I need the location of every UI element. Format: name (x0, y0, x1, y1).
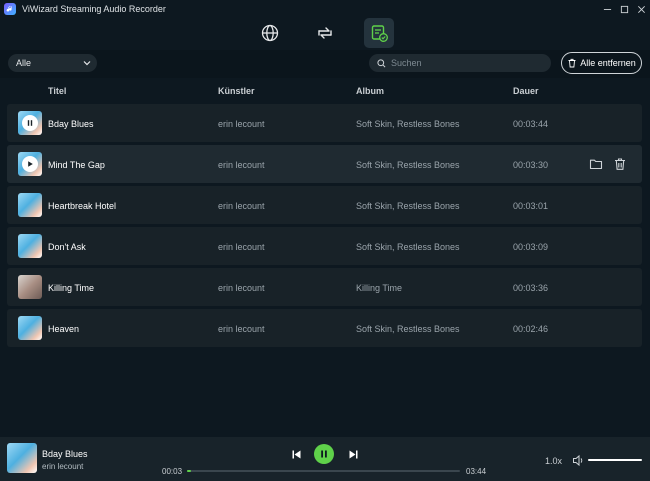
track-title: Killing Time (48, 283, 95, 293)
nav-web-player[interactable] (255, 18, 285, 48)
now-playing-title: Bday Blues (42, 449, 88, 459)
table-row[interactable]: Heartbreak Hotel erin lecount Soft Skin,… (7, 186, 642, 224)
delete-track-button[interactable] (612, 156, 628, 172)
search-input[interactable] (391, 58, 541, 68)
album-cover (18, 111, 42, 135)
progress-bar[interactable] (187, 470, 460, 472)
track-artist: erin lecount (218, 160, 265, 170)
remove-all-label: Alle entfernen (580, 58, 636, 68)
maximize-button[interactable] (617, 2, 631, 16)
play-icon (28, 161, 33, 167)
convert-icon (318, 27, 332, 39)
nav-converting[interactable] (310, 18, 340, 48)
album-cover (18, 234, 42, 258)
table-header: Titel Künstler Album Dauer (0, 82, 650, 100)
current-time: 00:03 (162, 467, 183, 476)
skip-previous-icon (292, 450, 300, 458)
now-playing-cover (7, 443, 37, 473)
album-cover (18, 316, 42, 340)
table-row[interactable]: Heaven erin lecount Soft Skin, Restless … (7, 309, 642, 347)
folder-icon (589, 159, 603, 170)
album-cover (18, 193, 42, 217)
track-title: Mind The Gap (48, 160, 105, 170)
volume-fill (588, 459, 642, 461)
table-row[interactable]: Bday Blues erin lecount Soft Skin, Restl… (7, 104, 642, 142)
app-title: ViWizard Streaming Audio Recorder (22, 4, 166, 14)
pause-icon (27, 120, 33, 126)
track-title: Heartbreak Hotel (48, 201, 117, 211)
volume-slider[interactable] (588, 459, 642, 461)
column-artist[interactable]: Künstler (218, 86, 255, 96)
table-row[interactable]: Don't Ask erin lecount Soft Skin, Restle… (7, 227, 642, 265)
volume-icon[interactable] (572, 454, 585, 467)
album-cover (18, 152, 42, 176)
next-track-button[interactable] (346, 447, 360, 461)
list-toolbar: Alle Alle entfernen (0, 50, 650, 78)
track-duration: 00:02:46 (513, 324, 549, 334)
chevron-down-icon (83, 61, 91, 66)
now-playing-artist: erin lecount (42, 462, 84, 471)
converted-list-icon (371, 25, 388, 42)
track-title: Don't Ask (48, 242, 86, 252)
track-duration: 00:03:30 (513, 160, 549, 170)
track-artist: erin lecount (218, 119, 265, 129)
column-album[interactable]: Album (356, 86, 384, 96)
trash-icon (568, 58, 576, 68)
skip-next-icon (349, 450, 357, 458)
playback-speed-button[interactable]: 1.0x (545, 456, 562, 466)
progress-fill (187, 470, 191, 472)
globe-icon (261, 24, 279, 42)
track-album: Killing Time (356, 283, 403, 293)
table-row[interactable]: Killing Time erin lecount Killing Time 0… (7, 268, 642, 306)
track-artist: erin lecount (218, 201, 265, 211)
pause-icon (321, 450, 327, 458)
filter-dropdown[interactable]: Alle (8, 54, 97, 72)
play-pause-button[interactable] (314, 444, 334, 464)
remove-all-button[interactable]: Alle entfernen (561, 52, 642, 74)
search-icon (377, 58, 386, 67)
nav-converted[interactable] (364, 18, 394, 48)
filter-selected-value: Alle (16, 58, 32, 68)
search-box (369, 54, 551, 72)
total-time: 03:44 (466, 467, 487, 476)
column-title[interactable]: Titel (48, 86, 66, 96)
track-album: Soft Skin, Restless Bones (356, 160, 460, 170)
track-album: Soft Skin, Restless Bones (356, 324, 460, 334)
track-duration: 00:03:36 (513, 283, 549, 293)
album-cover (18, 275, 42, 299)
column-duration[interactable]: Dauer (513, 86, 539, 96)
track-title: Bday Blues (48, 119, 94, 129)
track-artist: erin lecount (218, 242, 265, 252)
close-button[interactable] (634, 2, 648, 16)
open-folder-button[interactable] (588, 156, 604, 172)
app-logo-icon (4, 3, 16, 15)
trash-icon (615, 158, 625, 170)
track-duration: 00:03:09 (513, 242, 549, 252)
track-duration: 00:03:44 (513, 119, 549, 129)
pause-track-button[interactable] (22, 115, 38, 131)
table-row[interactable]: Mind The Gap erin lecount Soft Skin, Res… (7, 145, 642, 183)
track-album: Soft Skin, Restless Bones (356, 201, 460, 211)
track-album: Soft Skin, Restless Bones (356, 119, 460, 129)
player-bar: Bday Blues erin lecount 00:03 03:44 1.0x (0, 437, 650, 481)
minimize-button[interactable] (600, 2, 614, 16)
previous-track-button[interactable] (289, 447, 303, 461)
play-track-button[interactable] (22, 156, 38, 172)
title-bar: ViWizard Streaming Audio Recorder (0, 0, 650, 18)
track-artist: erin lecount (218, 324, 265, 334)
track-album: Soft Skin, Restless Bones (356, 242, 460, 252)
track-duration: 00:03:01 (513, 201, 549, 211)
track-artist: erin lecount (218, 283, 265, 293)
track-title: Heaven (48, 324, 80, 334)
top-navigation (0, 18, 650, 50)
